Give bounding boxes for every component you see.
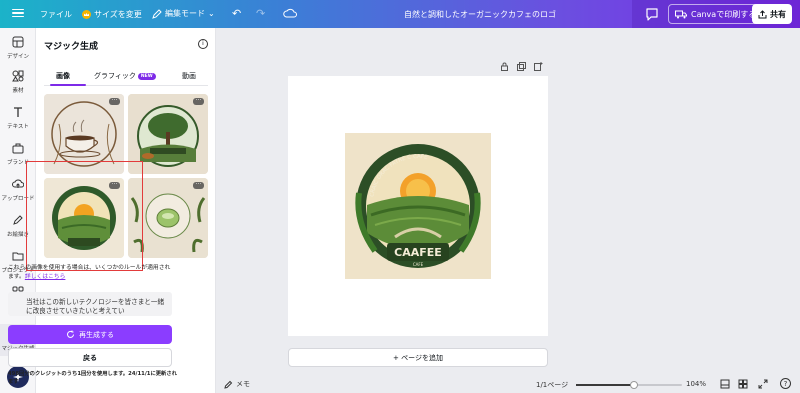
page-view-icon[interactable] bbox=[720, 379, 730, 389]
regenerate-label: 再生成する bbox=[79, 330, 114, 339]
rail-label-design: デザイン bbox=[6, 54, 29, 60]
print-button[interactable]: Canvaで印刷する bbox=[668, 4, 764, 24]
rail-item-elements[interactable]: 素材 bbox=[0, 70, 36, 94]
zoom-slider-fill bbox=[576, 384, 635, 386]
logo-sub-text: CAFE bbox=[413, 262, 424, 267]
info-icon[interactable]: i bbox=[198, 39, 208, 49]
logo-brand-text: CAAFEE bbox=[394, 246, 442, 259]
rail-item-text[interactable]: テキスト bbox=[0, 106, 36, 130]
file-label: ファイル bbox=[40, 10, 72, 19]
brand-icon bbox=[12, 143, 24, 154]
page-indicator[interactable]: 1/1ページ bbox=[536, 380, 568, 390]
grid-view-icon[interactable] bbox=[738, 379, 748, 389]
cafe-logo-image[interactable]: CAAFEE CAFE CRAIC ORAC FATRE C CAFE bbox=[345, 133, 491, 279]
lock-icon[interactable] bbox=[500, 62, 509, 71]
tab-graphics[interactable]: グラフィック NEW bbox=[94, 71, 156, 81]
more-options-icon[interactable]: ··· bbox=[193, 98, 204, 105]
document-title[interactable]: 自然と調和したオーガニックカフェのロゴ bbox=[360, 9, 600, 20]
edit-mode-label: 編集モード bbox=[165, 9, 205, 18]
share-icon bbox=[758, 9, 767, 18]
regenerate-button[interactable]: 再生成する bbox=[8, 325, 172, 344]
canvas-toolbar bbox=[500, 62, 543, 71]
crown-icon bbox=[82, 10, 91, 19]
share-button[interactable]: 共有 bbox=[752, 4, 792, 24]
comment-icon[interactable] bbox=[644, 6, 660, 22]
panel-title: マジック生成 bbox=[44, 42, 99, 52]
resize-button[interactable]: サイズを変更 bbox=[82, 9, 142, 20]
add-page-button[interactable]: + ページを追加 bbox=[288, 348, 548, 367]
tab-video[interactable]: 動画 bbox=[182, 71, 196, 81]
chevron-down-icon: ⌄ bbox=[208, 9, 215, 18]
duplicate-icon[interactable] bbox=[517, 62, 526, 71]
rail-label-text: テキスト bbox=[7, 124, 29, 130]
zoom-slider-handle[interactable] bbox=[630, 381, 639, 389]
new-badge: NEW bbox=[137, 72, 156, 80]
help-icon[interactable]: ? bbox=[780, 378, 791, 389]
print-label: Canvaで印刷する bbox=[691, 9, 757, 19]
elements-icon bbox=[12, 70, 24, 82]
pencil-icon bbox=[152, 8, 162, 19]
more-options-icon[interactable]: ··· bbox=[109, 98, 120, 105]
zoom-level[interactable]: 104% bbox=[686, 380, 706, 388]
draw-icon bbox=[13, 215, 23, 225]
back-button[interactable]: 戻る bbox=[8, 348, 172, 367]
upload-icon bbox=[12, 179, 25, 188]
learn-more-link[interactable]: 詳しくはこちら bbox=[25, 274, 66, 280]
tab-images[interactable]: 画像 bbox=[56, 71, 70, 81]
text-icon bbox=[14, 107, 22, 117]
share-label: 共有 bbox=[770, 9, 786, 19]
redo-icon[interactable]: ↷ bbox=[256, 7, 265, 20]
feedback-message-text: 当社はこの新しいテクノロジーを皆さまと一緒に改良させていきたいと考えてい bbox=[26, 298, 165, 315]
menu-icon[interactable] bbox=[12, 7, 24, 19]
more-options-icon[interactable]: ··· bbox=[193, 182, 204, 189]
fullscreen-icon[interactable] bbox=[758, 379, 768, 389]
refresh-icon bbox=[67, 330, 74, 338]
folder-icon bbox=[12, 252, 24, 261]
tab-graphics-label: グラフィック bbox=[94, 72, 136, 80]
notes-label: メモ bbox=[236, 380, 250, 388]
zoom-slider[interactable] bbox=[576, 381, 682, 389]
rail-label-elements: 素材 bbox=[12, 88, 24, 94]
add-page-icon[interactable] bbox=[534, 62, 543, 71]
selection-highlight bbox=[26, 161, 143, 271]
panel-tabs: 画像 グラフィック NEW 動画 bbox=[44, 68, 208, 86]
tab-underline bbox=[50, 84, 86, 86]
svg-text:?: ? bbox=[784, 380, 788, 388]
undo-icon[interactable]: ↶ bbox=[232, 7, 241, 20]
logo-artwork: CAAFEE CAFE CRAIC ORAC FATRE C CAFE bbox=[345, 133, 491, 279]
notes-icon bbox=[224, 380, 233, 389]
edit-mode-dropdown[interactable]: 編集モード ⌄ bbox=[152, 8, 215, 19]
resize-label: サイズを変更 bbox=[94, 10, 142, 19]
top-bar: ファイル サイズを変更 編集モード ⌄ ↶ ↷ 自然と調和したオーガニックカフェ… bbox=[0, 0, 800, 28]
design-icon bbox=[12, 36, 24, 48]
rail-item-design[interactable]: デザイン bbox=[0, 36, 36, 60]
notes-button[interactable]: メモ bbox=[224, 379, 250, 389]
bottom-bar: メモ 1/1ページ 104% ? bbox=[216, 377, 800, 393]
file-menu[interactable]: ファイル bbox=[40, 9, 72, 20]
truck-icon bbox=[675, 10, 687, 18]
usage-notice: これらの画像を使用する場合は、いくつかのルールが適用されます。詳しくはこちら bbox=[8, 264, 176, 281]
cloud-sync-icon[interactable] bbox=[283, 7, 297, 19]
credit-info: 498回分のクレジットのうち1回分を使用します。24/11/1に更新されます bbox=[8, 371, 177, 385]
